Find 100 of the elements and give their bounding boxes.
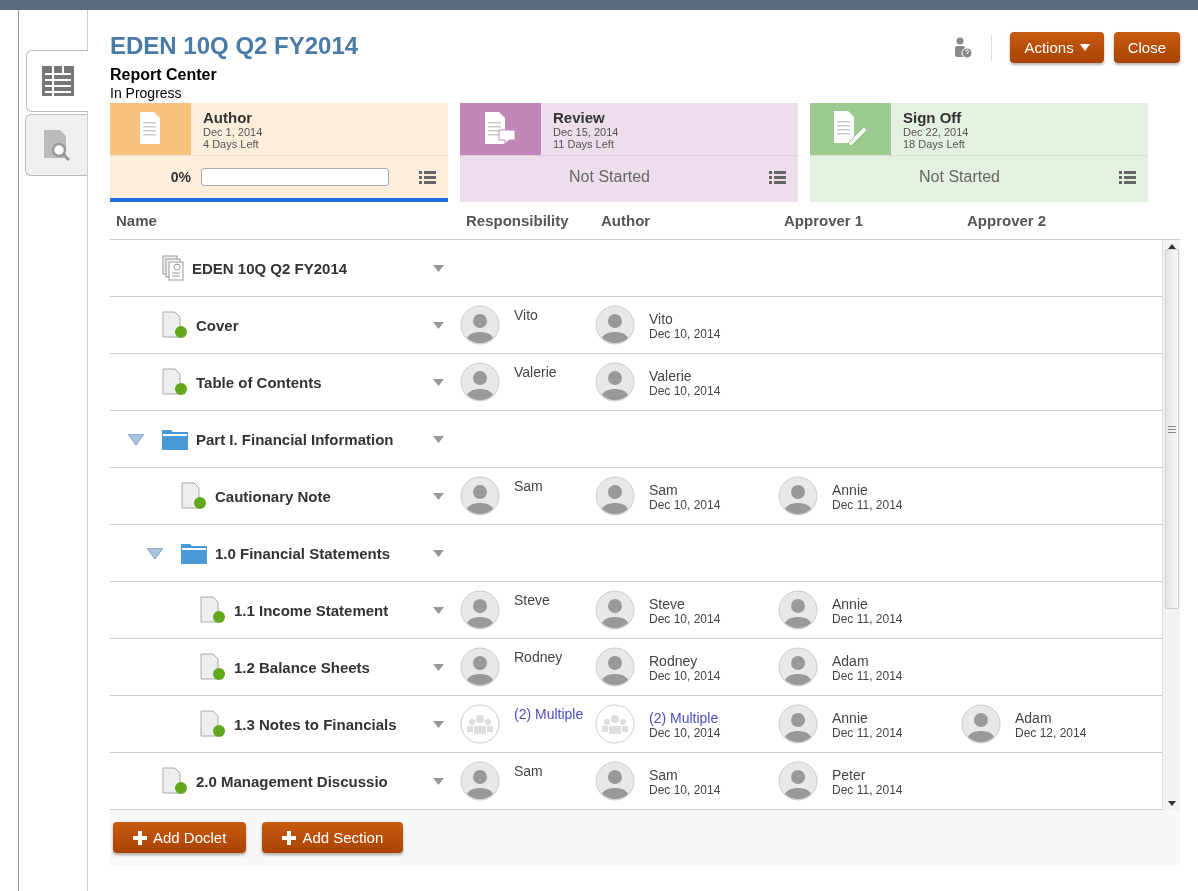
avatar-silhouette xyxy=(778,476,818,516)
date-text: Dec 10, 2014 xyxy=(649,498,721,512)
actions-button[interactable]: Actions xyxy=(1010,32,1104,63)
report-status: In Progress xyxy=(110,85,183,101)
document-status-icon xyxy=(200,653,226,681)
item-name[interactable]: EDEN 10Q Q2 FY2014 xyxy=(192,259,433,277)
side-tab[interactable] xyxy=(25,114,87,176)
avatar-silhouette xyxy=(460,647,500,687)
stage-card[interactable]: Sign Off Dec 22, 2014 18 Days Left Not Started xyxy=(810,103,1148,202)
item-name[interactable]: 1.1 Income Statement xyxy=(234,601,433,619)
date-text: Dec 10, 2014 xyxy=(649,612,721,626)
item-name[interactable]: 1.2 Balance Sheets xyxy=(234,658,433,676)
person-name: Adam xyxy=(1015,710,1053,726)
column-header[interactable]: Responsibility xyxy=(460,212,595,229)
item-name[interactable]: 2.0 Management Discussio xyxy=(196,772,433,790)
stage-state: Not Started xyxy=(568,168,651,186)
stage-date: Dec 22, 2014 xyxy=(903,126,969,138)
caret-icon[interactable] xyxy=(433,264,444,272)
person-name: Adam xyxy=(832,653,870,669)
scroll-thumb[interactable] xyxy=(1164,249,1179,609)
caret-icon[interactable] xyxy=(433,435,444,443)
person-name: Vito xyxy=(649,311,674,327)
column-header[interactable]: Approver 2 xyxy=(961,212,1162,229)
person-name: Annie xyxy=(832,596,869,612)
add-button[interactable]: Add Doclet xyxy=(113,822,247,853)
stage-name: Sign Off xyxy=(903,109,963,126)
avatar-silhouette xyxy=(460,590,500,630)
column-header[interactable]: Approver 1 xyxy=(778,212,961,229)
group-avatar-icon xyxy=(595,704,635,744)
document-status-icon xyxy=(181,482,207,510)
person-name: Vito xyxy=(514,307,538,323)
caret-icon[interactable] xyxy=(433,663,444,671)
stage-card[interactable]: Author Dec 1, 2014 4 Days Left 0% xyxy=(110,103,448,202)
stage-name: Author xyxy=(203,109,254,126)
item-name[interactable]: Part I. Financial Information xyxy=(196,430,433,448)
stage-state: Not Started xyxy=(918,168,1001,186)
list-icon[interactable] xyxy=(419,170,436,184)
person-name: Sam xyxy=(649,482,679,498)
person-name: Sam xyxy=(514,763,543,779)
avatar-silhouette xyxy=(778,647,818,687)
caret-icon[interactable] xyxy=(433,720,444,728)
caret-icon[interactable] xyxy=(433,492,444,500)
report-stack-icon xyxy=(162,255,184,281)
document-status-icon xyxy=(162,767,188,795)
caret-icon[interactable] xyxy=(433,606,444,614)
list-icon[interactable] xyxy=(1119,170,1136,184)
avatar-silhouette xyxy=(595,305,635,345)
item-name[interactable]: 1.3 Notes to Financials xyxy=(234,715,433,733)
close-button[interactable]: Close xyxy=(1113,32,1180,63)
scrollbar[interactable] xyxy=(1162,240,1180,810)
caret-icon[interactable] xyxy=(433,777,444,785)
stage-card[interactable]: Review Dec 15, 2014 11 Days Left Not Started xyxy=(460,103,798,202)
avatar-silhouette xyxy=(595,590,635,630)
person-name: Valerie xyxy=(649,368,693,384)
avatar-silhouette xyxy=(778,590,818,630)
caret-icon[interactable] xyxy=(433,549,444,557)
stage-days-left: 4 Days Left xyxy=(203,138,260,150)
grip-icon xyxy=(1167,425,1176,433)
document-icon xyxy=(139,112,162,146)
person-name: Annie xyxy=(832,482,869,498)
avatar-silhouette xyxy=(778,704,818,744)
person-name: Rodney xyxy=(514,649,563,665)
date-text: Dec 11, 2014 xyxy=(832,669,903,683)
expanded-triangle-icon[interactable] xyxy=(128,433,144,445)
avatar-silhouette xyxy=(778,761,818,801)
item-name[interactable]: Cover xyxy=(196,316,433,334)
column-header[interactable]: Name xyxy=(110,212,460,229)
document-pen-icon xyxy=(833,111,868,147)
date-text: Dec 12, 2014 xyxy=(1015,726,1087,740)
avatar-silhouette xyxy=(595,647,635,687)
date-text: Dec 10, 2014 xyxy=(649,783,721,797)
document-status-icon xyxy=(162,311,188,339)
person-name: Sam xyxy=(649,767,679,783)
grid-icon xyxy=(41,66,74,96)
list-icon[interactable] xyxy=(769,170,786,184)
column-header[interactable]: Author xyxy=(595,212,778,229)
scroll-down-icon[interactable] xyxy=(1167,801,1176,806)
stage-days-left: 18 Days Left xyxy=(903,138,966,150)
expanded-triangle-icon[interactable] xyxy=(147,547,163,559)
document-status-icon xyxy=(200,710,226,738)
caret-icon[interactable] xyxy=(433,321,444,329)
date-text: Dec 11, 2014 xyxy=(832,612,903,626)
add-button[interactable]: Add Section xyxy=(262,822,404,853)
avatar-silhouette xyxy=(460,761,500,801)
plus-icon xyxy=(282,830,297,845)
date-text: Dec 10, 2014 xyxy=(649,726,721,740)
item-name[interactable]: Cautionary Note xyxy=(215,487,433,505)
avatar-silhouette xyxy=(460,476,500,516)
group-avatar-icon xyxy=(460,704,500,744)
item-name[interactable]: 1.0 Financial Statements xyxy=(215,544,433,562)
caret-icon[interactable] xyxy=(433,378,444,386)
avatar-silhouette xyxy=(595,476,635,516)
document-status-icon xyxy=(162,368,188,396)
document-comment-icon xyxy=(484,112,517,146)
side-tab[interactable] xyxy=(26,50,88,112)
multiple-link[interactable]: (2) Multiple xyxy=(649,710,721,726)
item-name[interactable]: Table of Contents xyxy=(196,373,433,391)
multiple-link[interactable]: (2) Multiple xyxy=(514,706,584,722)
document-status-icon xyxy=(200,596,226,624)
user-help-icon[interactable] xyxy=(953,36,974,59)
